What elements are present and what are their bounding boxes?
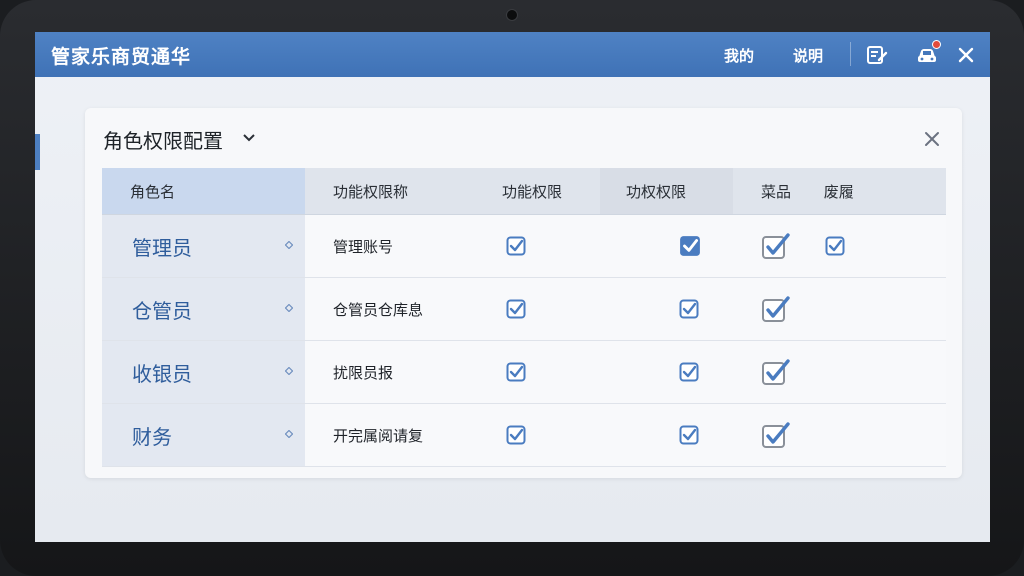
table-row: 仓管员 仓管员仓库息 xyxy=(102,277,946,341)
function-name-cell: 开完属阅请复 xyxy=(305,403,478,467)
function-permission-checkbox[interactable] xyxy=(506,362,526,382)
function-permission-cell xyxy=(478,214,600,278)
dishes-waste-cell xyxy=(733,403,946,467)
function-permission-checkbox[interactable] xyxy=(506,299,526,319)
diamond-icon xyxy=(285,304,293,312)
top-link-mine[interactable]: 我的 xyxy=(724,45,754,66)
app-screen: 管家乐商贸通华 我的 说明 角色权限配置 角色名 功能权限称 功能权限 功权权限… xyxy=(35,32,990,542)
function-permission-checkbox[interactable] xyxy=(506,425,526,445)
top-divider xyxy=(850,42,851,66)
dishes-permission-checkbox[interactable] xyxy=(761,420,791,450)
tablet-bezel: 管家乐商贸通华 我的 说明 角色权限配置 角色名 功能权限称 功能权限 功权权限… xyxy=(0,0,1024,576)
app-title: 管家乐商贸通华 xyxy=(51,46,192,68)
function-permission-cell xyxy=(478,277,600,341)
role-permission-panel: 角色权限配置 角色名 功能权限称 功能权限 功权权限 菜品 废履 管理员 管理账… xyxy=(85,108,962,478)
column-header-dishes-and-waste[interactable]: 菜品 废履 xyxy=(733,168,946,215)
function-name-cell: 管理账号 xyxy=(305,214,478,278)
role-name: 管理员 xyxy=(132,235,192,260)
role-name: 收银员 xyxy=(132,361,192,386)
notification-badge xyxy=(932,40,941,49)
function-permission-cell xyxy=(478,403,600,467)
table-row: 收银员 扰限员报 xyxy=(102,340,946,404)
dishes-permission-checkbox[interactable] xyxy=(761,294,791,324)
column-header-function-permission[interactable]: 功能权限 xyxy=(478,168,600,215)
role-cell[interactable]: 收银员 xyxy=(102,340,305,404)
power-permission-cell xyxy=(600,403,733,467)
role-name: 财务 xyxy=(132,424,172,449)
dishes-permission-checkbox[interactable] xyxy=(761,231,791,261)
top-link-help[interactable]: 说明 xyxy=(793,45,823,66)
dishes-permission-checkbox[interactable] xyxy=(761,357,791,387)
camera xyxy=(506,9,518,21)
power-permission-checkbox[interactable] xyxy=(679,235,701,257)
power-permission-cell xyxy=(600,214,733,278)
column-header-waste: 废履 xyxy=(823,182,854,201)
power-permission-checkbox[interactable] xyxy=(679,362,699,382)
dishes-waste-cell xyxy=(733,214,946,278)
column-header-function-name[interactable]: 功能权限称 xyxy=(305,168,478,215)
edit-document-icon[interactable] xyxy=(865,43,889,67)
role-cell[interactable]: 仓管员 xyxy=(102,277,305,341)
function-name-cell: 扰限员报 xyxy=(305,340,478,404)
power-permission-cell xyxy=(600,340,733,404)
role-name: 仓管员 xyxy=(132,298,192,323)
sidebar-indicator xyxy=(35,134,40,170)
column-header-role[interactable]: 角色名 xyxy=(102,168,305,215)
close-icon[interactable] xyxy=(923,130,941,148)
chevron-down-icon[interactable] xyxy=(242,133,256,143)
permission-table: 角色名 功能权限称 功能权限 功权权限 菜品 废履 管理员 管理账号仓管员 仓管员仓… xyxy=(102,168,946,467)
power-permission-checkbox[interactable] xyxy=(679,425,699,445)
table-header-row: 角色名 功能权限称 功能权限 功权权限 菜品 废履 xyxy=(102,168,946,215)
dishes-waste-cell xyxy=(733,340,946,404)
column-header-dishes: 菜品 xyxy=(761,182,792,201)
power-permission-checkbox[interactable] xyxy=(679,299,699,319)
table-row: 财务 开完属阅请复 xyxy=(102,403,946,467)
power-permission-cell xyxy=(600,277,733,341)
diamond-icon xyxy=(285,367,293,375)
diamond-icon xyxy=(285,430,293,438)
role-cell[interactable]: 管理员 xyxy=(102,214,305,278)
panel-title: 角色权限配置 xyxy=(103,129,223,153)
dishes-waste-cell xyxy=(733,277,946,341)
waste-permission-checkbox[interactable] xyxy=(825,236,845,256)
function-name-cell: 仓管员仓库息 xyxy=(305,277,478,341)
function-permission-checkbox[interactable] xyxy=(506,236,526,256)
diamond-icon xyxy=(285,241,293,249)
role-cell[interactable]: 财务 xyxy=(102,403,305,467)
table-row: 管理员 管理账号 xyxy=(102,214,946,278)
close-window-icon[interactable] xyxy=(954,43,978,67)
column-header-power-permission[interactable]: 功权权限 xyxy=(600,168,733,215)
top-bar: 管家乐商贸通华 我的 说明 xyxy=(35,32,990,77)
function-permission-cell xyxy=(478,340,600,404)
